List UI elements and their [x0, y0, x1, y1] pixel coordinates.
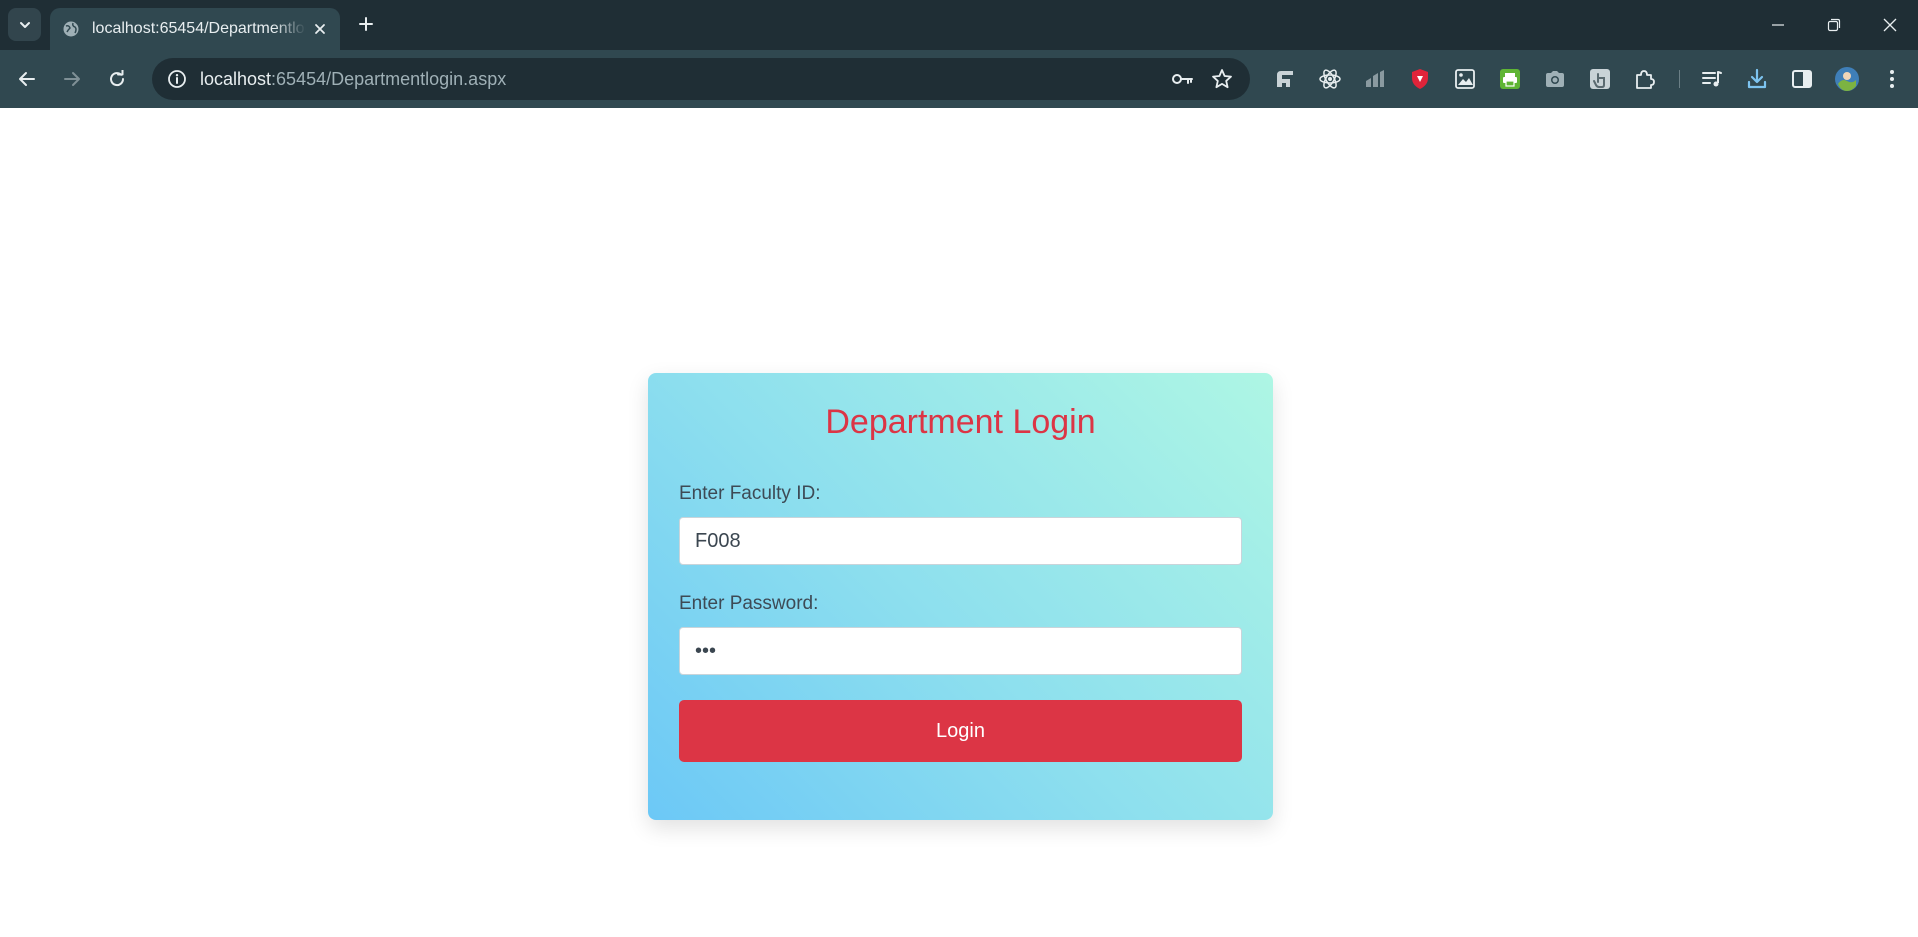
site-info-button[interactable] [156, 58, 198, 100]
profile-avatar-icon[interactable] [1834, 66, 1860, 92]
brave-shield-icon[interactable] [1407, 66, 1433, 92]
restore-button[interactable] [1806, 0, 1862, 50]
bookmark-button[interactable] [1210, 67, 1234, 91]
password-input[interactable] [679, 627, 1242, 675]
globe-icon [63, 21, 79, 37]
media-queue-icon[interactable] [1699, 66, 1725, 92]
green-printer-icon[interactable] [1497, 66, 1523, 92]
password-label: Enter Password: [679, 593, 819, 614]
password-manager-button[interactable] [1170, 67, 1194, 91]
page-content: Department Login Enter Faculty ID: Enter… [0, 108, 1918, 937]
restore-icon [1827, 18, 1841, 32]
toolbar-separator [1679, 70, 1680, 88]
extension-g-icon[interactable] [1272, 66, 1298, 92]
faculty-id-label: Enter Faculty ID: [679, 483, 821, 504]
react-devtools-icon[interactable] [1317, 66, 1343, 92]
login-card: Department Login Enter Faculty ID: Enter… [648, 373, 1273, 820]
window-controls [1750, 0, 1918, 50]
close-icon [1883, 18, 1897, 32]
more-menu-icon [1890, 70, 1894, 88]
active-tab[interactable]: localhost:65454/Departmentlogin.aspx [50, 8, 340, 50]
url-host: localhost [200, 68, 272, 89]
minimize-icon [1772, 24, 1784, 26]
url-text[interactable]: localhost:65454/Departmentlogin.aspx [200, 69, 506, 90]
address-bar[interactable]: localhost:65454/Departmentlogin.aspx [152, 58, 1250, 100]
minimize-button[interactable] [1750, 0, 1806, 50]
download-icon[interactable] [1744, 66, 1770, 92]
close-window-button[interactable] [1862, 0, 1918, 50]
tab-search-button[interactable] [8, 8, 41, 41]
faculty-id-input[interactable] [679, 517, 1242, 565]
more-menu-button[interactable] [1879, 66, 1905, 92]
browser-toolbar: localhost:65454/Departmentlogin.aspx [0, 50, 1918, 108]
reload-icon [110, 70, 125, 87]
new-tab-button[interactable] [352, 10, 380, 38]
browser-tabstrip: localhost:65454/Departmentlogin.aspx [0, 0, 1918, 50]
plus-icon [359, 17, 373, 31]
touch-icon[interactable] [1587, 66, 1613, 92]
chevron-down-icon [19, 21, 30, 28]
url-path: :65454/Departmentlogin.aspx [271, 68, 507, 89]
side-panel-icon[interactable] [1789, 66, 1815, 92]
back-button[interactable] [10, 62, 44, 96]
close-icon [315, 24, 325, 34]
site-info-icon [168, 70, 186, 88]
camera-icon[interactable] [1542, 66, 1568, 92]
forward-button[interactable] [55, 62, 89, 96]
login-button[interactable]: Login [679, 700, 1242, 762]
key-icon [1172, 74, 1193, 84]
tab-title: localhost:65454/Departmentlogin.aspx [92, 20, 306, 37]
tab-close-button[interactable] [314, 23, 326, 35]
reload-button[interactable] [100, 62, 134, 96]
stats-icon[interactable] [1362, 66, 1388, 92]
puzzle-extensions-icon[interactable] [1632, 66, 1658, 92]
star-icon [1212, 69, 1232, 89]
image-icon[interactable] [1452, 66, 1478, 92]
back-arrow-icon [19, 72, 35, 86]
forward-arrow-icon [64, 72, 80, 86]
page-title: Department Login [825, 403, 1096, 441]
